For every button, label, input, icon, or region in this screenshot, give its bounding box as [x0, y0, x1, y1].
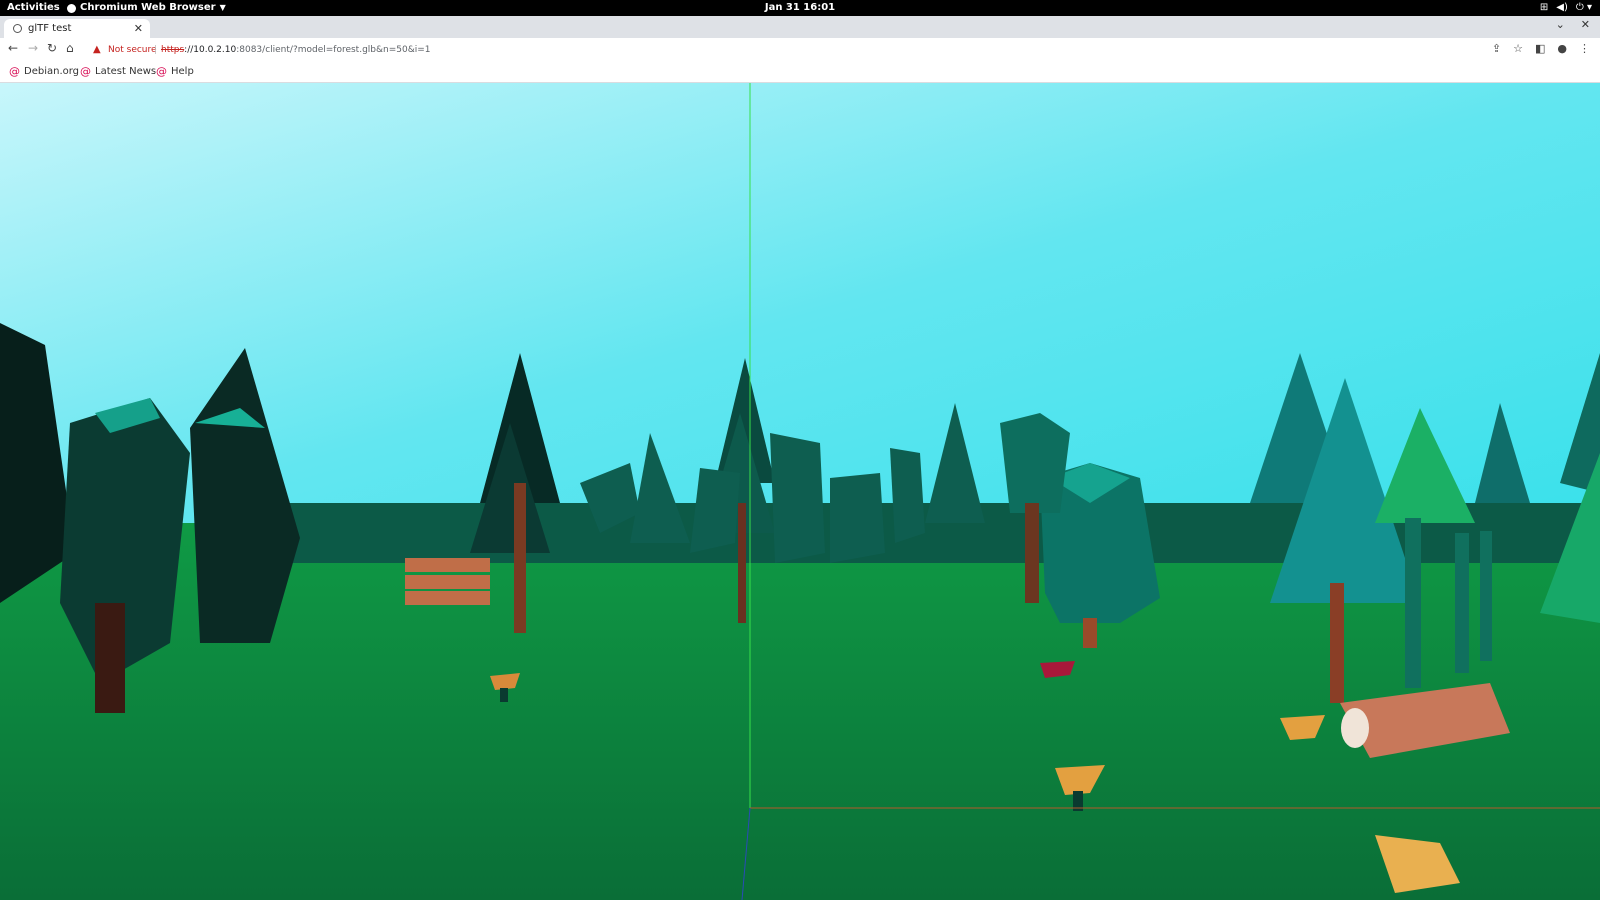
chevron-down-icon: ▼: [219, 3, 226, 12]
system-tray[interactable]: ⊞ ◀) ⏻ ▾: [1540, 0, 1592, 16]
webgl-canvas[interactable]: [0, 83, 1600, 900]
bookmark-debian[interactable]: @ Debian.org: [9, 62, 79, 82]
side-panel-icon[interactable]: ◧: [1535, 42, 1545, 55]
omnibox-separator: |: [154, 45, 158, 55]
tab-title: glTF test: [28, 23, 72, 34]
security-label[interactable]: Not secure: [108, 41, 157, 59]
debian-swirl-icon: @: [156, 65, 167, 78]
menu-icon[interactable]: ⋮: [1579, 42, 1590, 55]
chromium-icon: [67, 3, 76, 13]
bookmarks-bar: @ Debian.org @ Latest News @ Help: [0, 62, 1600, 83]
bookmark-label: Latest News: [95, 66, 157, 77]
bookmark-label: Help: [171, 66, 194, 77]
system-top-bar: Activities Chromium Web Browser ▼ Jan 31…: [0, 0, 1600, 16]
globe-icon: [13, 24, 22, 33]
debian-swirl-icon: @: [80, 65, 91, 78]
tab-strip: glTF test ✕ + ⌄ ✕: [0, 16, 1600, 51]
power-icon: ⏻ ▾: [1575, 2, 1592, 13]
clock[interactable]: Jan 31 16:01: [0, 0, 1600, 16]
bookmark-help[interactable]: @ Help: [156, 62, 194, 82]
profile-icon[interactable]: ●: [1557, 42, 1567, 55]
volume-icon: ◀): [1556, 2, 1568, 13]
url-text[interactable]: https://10.0.2.10:8083/client/?model=for…: [161, 41, 431, 59]
bookmark-latest-news[interactable]: @ Latest News: [80, 62, 156, 82]
browser-toolbar: ← → ↻ ⌂ ▲ Not secure | https://10.0.2.10…: [0, 38, 1600, 62]
tab-gltf-test[interactable]: glTF test ✕: [4, 19, 150, 38]
home-icon[interactable]: ⌂: [66, 41, 74, 55]
bookmark-star-icon[interactable]: ☆: [1513, 42, 1523, 55]
close-icon[interactable]: ✕: [134, 19, 143, 38]
tab-search-icon[interactable]: ⌄: [1556, 18, 1565, 31]
url-host: ://10.0.2.10: [184, 45, 237, 55]
back-icon[interactable]: ←: [8, 41, 18, 55]
address-bar[interactable]: ▲ Not secure | https://10.0.2.10:8083/cl…: [88, 41, 1483, 59]
window-close-icon[interactable]: ✕: [1581, 18, 1590, 31]
network-icon: ⊞: [1539, 2, 1549, 13]
bookmark-label: Debian.org: [24, 66, 80, 77]
app-menu[interactable]: Chromium Web Browser ▼: [67, 0, 226, 16]
forward-icon[interactable]: →: [28, 41, 38, 55]
app-name: Chromium Web Browser: [80, 2, 216, 13]
share-icon[interactable]: ⇪: [1492, 42, 1501, 55]
warning-icon: ▲: [93, 44, 101, 55]
url-scheme: https: [161, 45, 185, 55]
activities-button[interactable]: Activities: [7, 0, 60, 16]
debian-swirl-icon: @: [9, 65, 20, 78]
reload-icon[interactable]: ↻: [47, 41, 57, 55]
url-path: :8083/client/?model=forest.glb&n=50&i=1: [236, 45, 431, 55]
forest-scene: [0, 83, 1600, 900]
log-pile-left: [405, 558, 490, 605]
